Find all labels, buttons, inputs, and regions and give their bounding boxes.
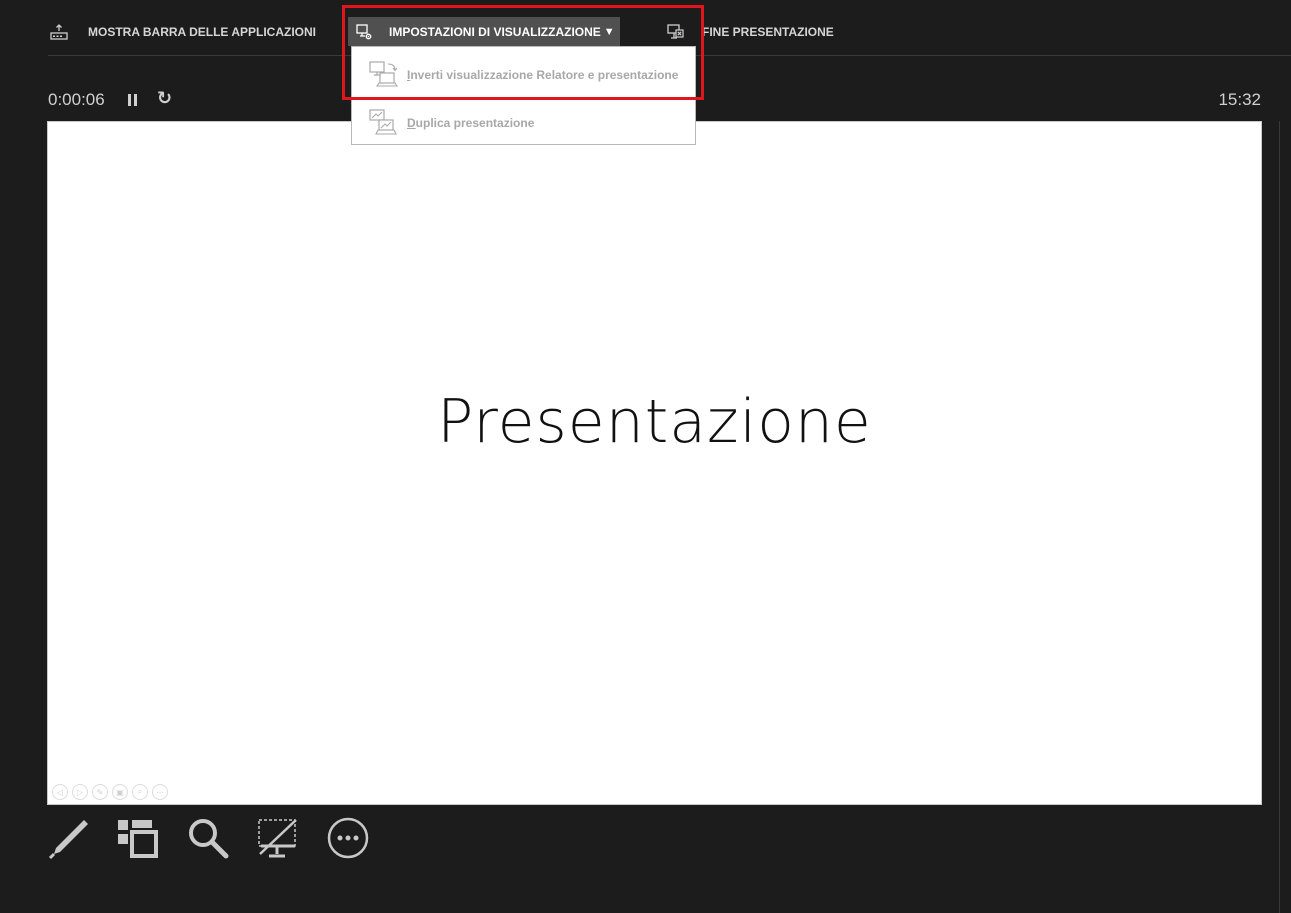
- slides-mini-icon[interactable]: ▣: [112, 784, 128, 800]
- duplicate-show-label: Duplica presentazione: [407, 116, 535, 130]
- black-screen-icon[interactable]: [256, 816, 300, 860]
- display-settings-button[interactable]: IMPOSTAZIONI DI VISUALIZZAZIONE ▼: [348, 17, 620, 46]
- display-settings-menu: Inverti visualizzazione Relatore e prese…: [351, 46, 696, 145]
- menu-item-duplicate-show[interactable]: Duplica presentazione: [352, 99, 695, 147]
- show-taskbar-button[interactable]: MOSTRA BARRA DELLE APPLICAZIONI: [48, 17, 316, 46]
- elapsed-timer: 0:00:06: [48, 90, 105, 109]
- pane-divider[interactable]: [1279, 121, 1280, 913]
- prev-slide-icon[interactable]: ◁: [52, 784, 68, 800]
- current-time: 15:32: [1218, 90, 1261, 109]
- swap-views-label: Inverti visualizzazione Relatore e prese…: [407, 68, 679, 82]
- pen-mini-icon[interactable]: ✎: [92, 784, 108, 800]
- more-mini-icon[interactable]: ⋯: [152, 784, 168, 800]
- end-show-button[interactable]: FINE PRESENTAZIONE: [664, 17, 834, 46]
- display-settings-icon: [353, 21, 375, 43]
- current-slide[interactable]: Presentazione ◁ ▷ ✎ ▣ ⌕ ⋯: [47, 121, 1262, 805]
- presenter-view: MOSTRA BARRA DELLE APPLICAZIONI IMPOSTAZ…: [0, 0, 1291, 913]
- end-show-label: FINE PRESENTAZIONE: [702, 24, 834, 39]
- more-icon[interactable]: [326, 816, 370, 860]
- restart-timer-icon[interactable]: ↻: [157, 88, 172, 109]
- menu-item-swap-views[interactable]: Inverti visualizzazione Relatore e prese…: [352, 51, 695, 99]
- pen-icon[interactable]: [46, 816, 90, 860]
- slides-grid-icon[interactable]: [116, 816, 160, 860]
- chevron-down-icon: ▼: [603, 25, 615, 38]
- end-show-icon: [664, 21, 686, 43]
- magnifier-icon[interactable]: [186, 816, 230, 860]
- zoom-mini-icon[interactable]: ⌕: [132, 784, 148, 800]
- display-settings-label: IMPOSTAZIONI DI VISUALIZZAZIONE: [389, 24, 601, 39]
- swap-displays-icon: [368, 59, 402, 91]
- duplicate-display-icon: [368, 107, 402, 139]
- slide-mini-toolbar: ◁ ▷ ✎ ▣ ⌕ ⋯: [52, 784, 168, 800]
- next-slide-icon[interactable]: ▷: [72, 784, 88, 800]
- taskbar-icon: [48, 21, 70, 43]
- show-taskbar-label: MOSTRA BARRA DELLE APPLICAZIONI: [88, 24, 316, 39]
- pause-icon[interactable]: [126, 92, 140, 108]
- slide-title: Presentazione: [437, 387, 872, 457]
